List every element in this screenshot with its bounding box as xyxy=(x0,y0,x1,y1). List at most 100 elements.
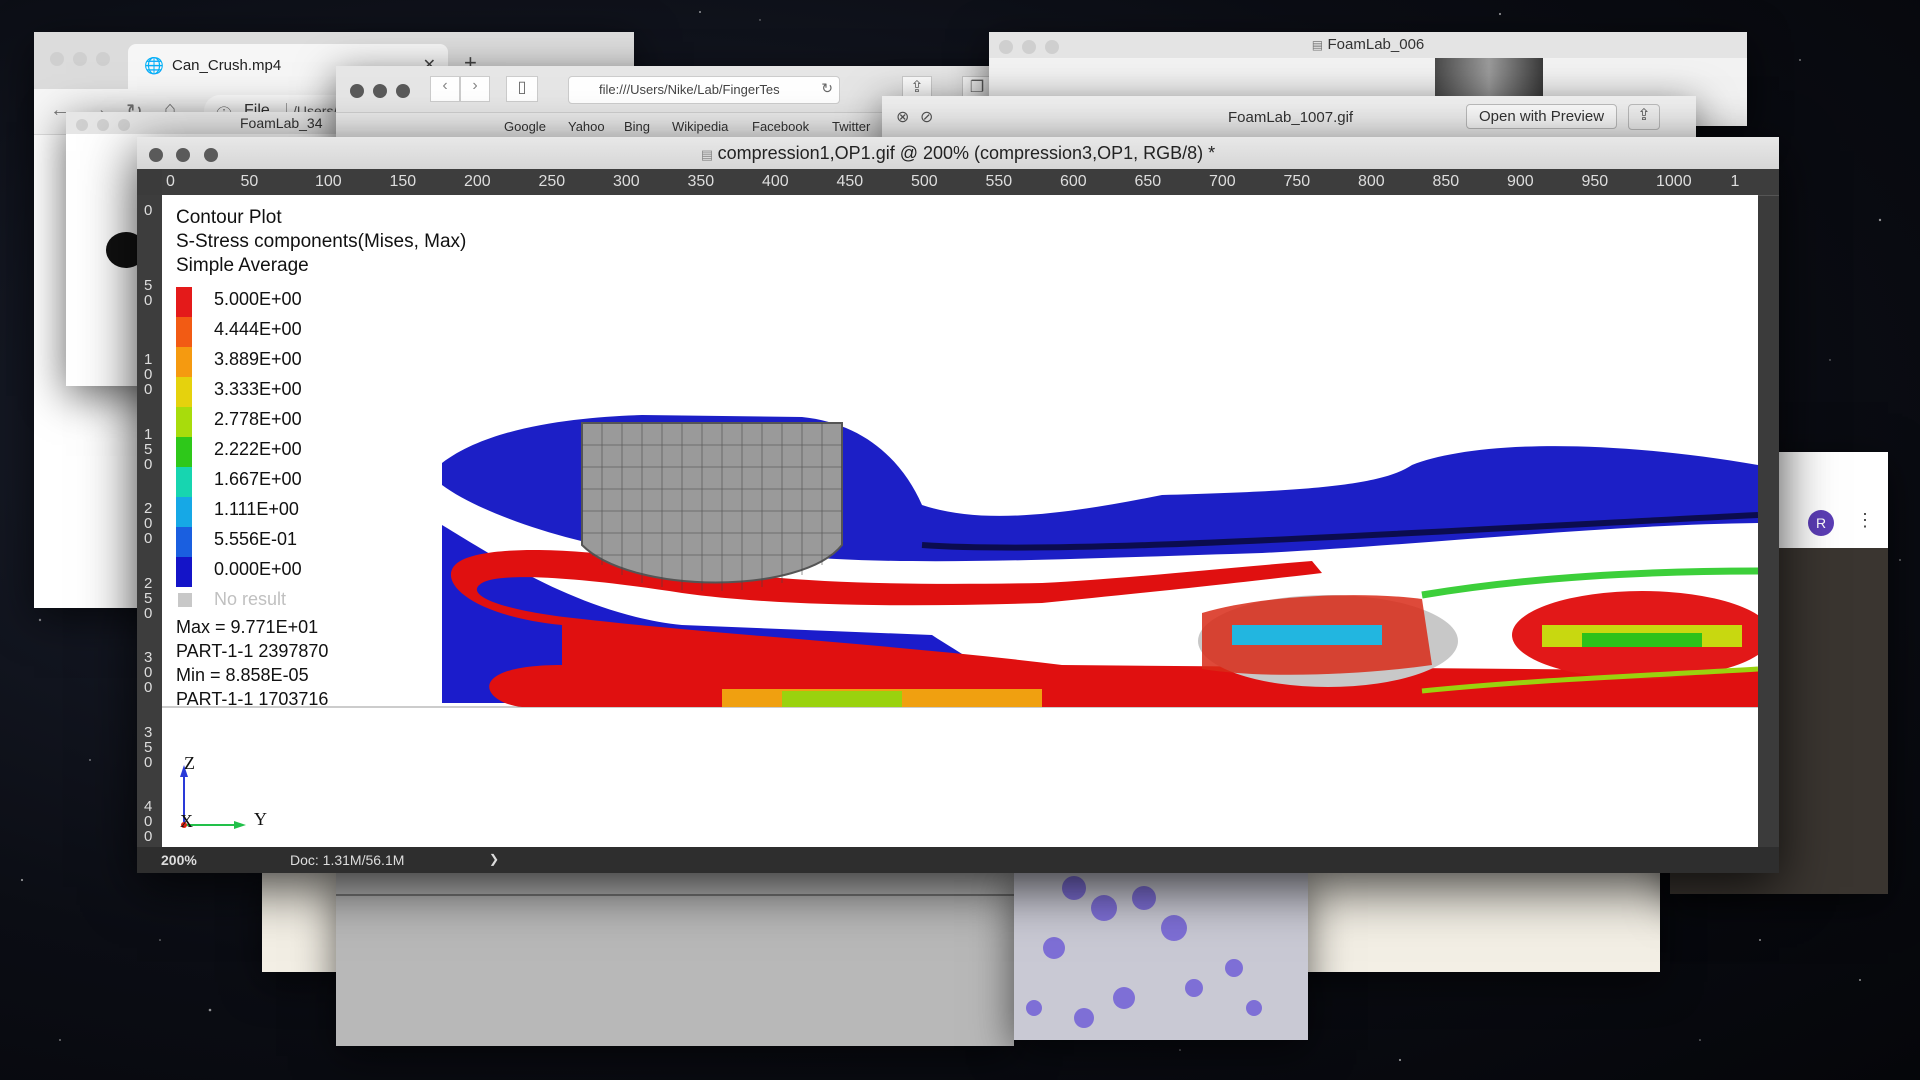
ruler-tick-label: 1 5 0 xyxy=(144,425,153,473)
ruler-tick-label: 350 xyxy=(687,173,715,190)
reload-icon[interactable]: ↻ xyxy=(821,80,833,97)
ruler-tick-label: 500 xyxy=(911,173,938,190)
kebab-menu-icon[interactable]: ⋮ xyxy=(1856,510,1874,531)
ruler-tick-label: 0 xyxy=(144,202,153,219)
status-menu-arrow[interactable]: ❯ xyxy=(489,852,499,866)
ruler-tick-label: 0 xyxy=(166,173,175,190)
fea-stress-plot-image xyxy=(162,415,1758,708)
no-result-swatch xyxy=(178,593,192,607)
ruler-tick-label: 1 xyxy=(1730,173,1740,190)
ruler-tick-label: 50 xyxy=(240,173,259,190)
favorite-link[interactable]: Google xyxy=(504,119,546,134)
document-canvas[interactable]: Contour Plot S-Stress components(Mises, … xyxy=(162,195,1758,847)
legend-label: 5.000E+00 xyxy=(214,289,302,309)
legend-swatch xyxy=(176,557,192,587)
background-window-photo xyxy=(1014,868,1308,1040)
ruler-tick-label: 400 xyxy=(762,173,789,190)
preview-window: ⊗ ⊘ FoamLab_1007.gif Open with Preview ⇪ xyxy=(882,96,1696,142)
axis-y-label: Y xyxy=(254,809,267,829)
minimize-button[interactable] xyxy=(176,147,191,162)
ruler-tick-label: 3 0 0 xyxy=(144,649,153,696)
ruler-tick-label: 200 xyxy=(464,173,491,190)
min-value: Min = 8.858E-05 xyxy=(176,665,309,685)
legend-swatch xyxy=(176,527,192,557)
max-value: Max = 9.771E+01 xyxy=(176,617,319,637)
legend-label: 2.222E+00 xyxy=(214,439,302,459)
legend-label: 1.111E+00 xyxy=(214,499,299,519)
favorite-link[interactable]: Wikipedia xyxy=(672,119,728,134)
url-text: file:///Users/Nike/Lab/FingerTes xyxy=(599,82,780,97)
ruler-tick-label: 650 xyxy=(1134,173,1162,190)
ruler-tick-label: 700 xyxy=(1209,173,1236,190)
plot-averaging: Simple Average xyxy=(176,255,309,276)
zoom-level[interactable]: 200% xyxy=(161,852,197,868)
legend-label: 3.889E+00 xyxy=(214,349,302,369)
ruler-tick-label: 1000 xyxy=(1656,173,1692,190)
ruler-tick-label: 3 5 0 xyxy=(144,723,153,771)
legend-label: 2.778E+00 xyxy=(214,409,302,429)
tab-title: Can_Crush.mp4 xyxy=(172,57,282,74)
legend-swatch xyxy=(176,317,192,347)
ruler-tick-label: 300 xyxy=(613,173,640,190)
legend-label: 5.556E-01 xyxy=(214,529,298,549)
legend-swatch xyxy=(176,467,192,497)
share-icon[interactable]: ⇪ xyxy=(1628,104,1660,130)
favorite-link[interactable]: Twitter xyxy=(832,119,870,134)
ruler-tick-label: 900 xyxy=(1507,173,1534,190)
photoshop-document-window: ▤ compression1,OP1.gif @ 200% (compressi… xyxy=(137,137,1779,873)
ruler-tick-label: 750 xyxy=(1283,173,1311,190)
ruler-tick-label: 1 0 0 xyxy=(144,351,153,398)
axis-x-label: X xyxy=(180,811,193,831)
ruler-tick-label: 450 xyxy=(836,173,864,190)
zoom-button[interactable] xyxy=(203,147,218,162)
url-field[interactable]: file:///Users/Nike/Lab/FingerTes ↻ xyxy=(568,76,840,104)
horizontal-ruler[interactable]: 0 50 100 150 200 250 300 350 400 450 500 550 600 650 7… xyxy=(162,169,1779,196)
close-icon[interactable]: ⊗ xyxy=(896,107,909,127)
ruler-tick-label: 950 xyxy=(1581,173,1609,190)
no-result-label: No result xyxy=(214,589,287,609)
open-with-preview-button[interactable]: Open with Preview xyxy=(1466,104,1618,129)
plot-variable: S-Stress components(Mises, Max) xyxy=(176,231,467,252)
legend-swatch xyxy=(176,347,192,377)
legend-swatch xyxy=(176,497,192,527)
favorite-link[interactable]: Bing xyxy=(624,119,650,134)
plot-title: Contour Plot xyxy=(176,207,282,228)
sidebar-icon[interactable]: ▯ xyxy=(506,76,538,102)
ruler-tick-label: 150 xyxy=(389,173,417,190)
legend-swatch xyxy=(176,287,192,317)
vertical-ruler[interactable]: 0 5 0 1 0 0 1 5 0 2 0 0 2 5 0 3 0 0 3 5 0 4 0 0 xyxy=(137,195,163,847)
window-title: FoamLab_34 xyxy=(240,115,323,131)
axis-z-label: Z xyxy=(184,753,195,773)
favorite-link[interactable]: Facebook xyxy=(752,119,809,134)
legend-label: 3.333E+00 xyxy=(214,379,302,399)
favorite-link[interactable]: Yahoo xyxy=(568,119,605,134)
ruler-tick-label: 5 0 xyxy=(144,276,153,309)
background-window-gray xyxy=(336,864,1014,1046)
legend-swatch xyxy=(176,437,192,467)
ruler-tick-label: 800 xyxy=(1358,173,1385,190)
doc-size: Doc: 1.31M/56.1M xyxy=(290,852,405,868)
window-title: FoamLab_006 xyxy=(1327,36,1425,53)
globe-icon: 🌐 xyxy=(144,58,164,75)
document-icon: ▤ xyxy=(700,147,714,162)
stop-icon[interactable]: ⊘ xyxy=(920,107,933,127)
max-part: PART-1-1 2397870 xyxy=(176,641,329,661)
ruler-tick-label: 850 xyxy=(1432,173,1460,190)
forward-icon[interactable]: › xyxy=(460,76,490,102)
document-title: compression1,OP1.gif @ 200% (compression… xyxy=(717,143,1216,163)
close-button[interactable] xyxy=(149,147,163,162)
ruler-tick-label: 4 0 0 xyxy=(144,798,153,845)
profile-avatar[interactable]: R xyxy=(1808,510,1834,536)
ruler-tick-label: 550 xyxy=(985,173,1013,190)
min-part: PART-1-1 1703716 xyxy=(176,689,329,709)
legend-label: 4.444E+00 xyxy=(214,319,302,339)
back-icon[interactable]: ‹ xyxy=(430,76,460,102)
title-bar[interactable]: ▤ compression1,OP1.gif @ 200% (compressi… xyxy=(137,137,1779,169)
document-icon: ▤ xyxy=(1311,38,1324,52)
legend-swatch xyxy=(176,407,192,437)
ruler-tick-label: 100 xyxy=(315,173,342,190)
legend-label: 1.667E+00 xyxy=(214,469,302,489)
ruler-tick-label: 600 xyxy=(1060,173,1087,190)
legend-swatch xyxy=(176,377,192,407)
window-title: FoamLab_1007.gif xyxy=(1228,109,1354,126)
